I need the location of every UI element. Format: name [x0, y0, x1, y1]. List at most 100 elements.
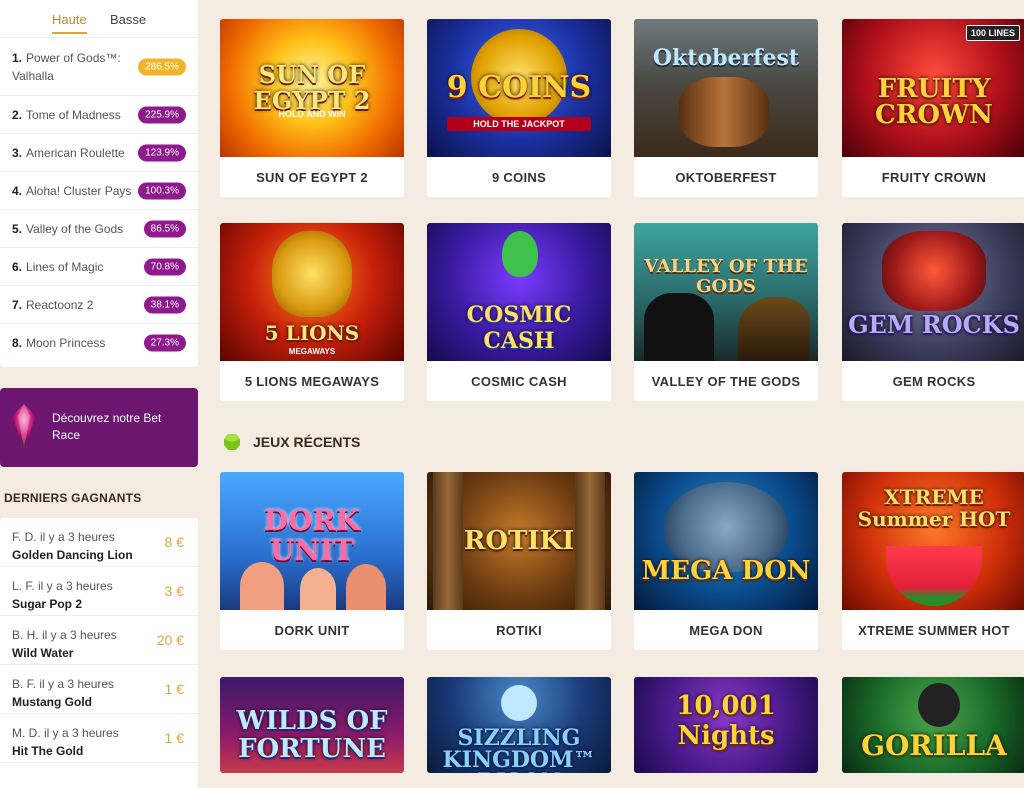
game-title: ROTIKI — [496, 622, 542, 638]
rtp-ranking-panel: Haute Basse 1. Power of Gods™: Valhalla 2… — [0, 0, 198, 367]
tab-haute[interactable]: Haute — [52, 12, 87, 34]
game-logo: 10,001 Nights — [676, 691, 776, 751]
game-logo: MEGA DON — [641, 556, 811, 587]
rtp-row[interactable]: 7. Reactoonz 2 38.1% — [0, 286, 198, 324]
rtp-row[interactable]: 1. Power of Gods™: Valhalla 286.5% — [0, 38, 198, 96]
character-icon — [300, 568, 336, 610]
game-card-5-lions-megaways[interactable]: 5 LIONS MEGAWAYS 5 LIONS MEGAWAYS — [220, 223, 404, 401]
game-card-gorilla[interactable]: GORILLA — [842, 677, 1024, 773]
winner-row[interactable]: M. D. il y a 3 heures Hit The Gold 1 € — [0, 714, 198, 763]
winner-info: F. D. il y a 3 heures — [12, 530, 115, 544]
rtp-row[interactable]: 8. Moon Princess 27.3% — [0, 324, 198, 362]
game-thumbnail: 10,001 Nights — [634, 677, 818, 773]
winner-row[interactable]: B. H. il y a 3 heures Wild Water 20 € — [0, 616, 198, 665]
game-logo-subtitle: MEGAWAYS — [288, 347, 336, 356]
gorilla-icon — [918, 683, 960, 727]
game-card-dork-unit[interactable]: DORK UNIT DORK UNIT — [220, 472, 404, 650]
game-card-mega-don[interactable]: MEGA DON MEGA DON — [634, 472, 818, 650]
rtp-row[interactable]: 6. Lines of Magic 70.8% — [0, 248, 198, 286]
game-title: VALLEY OF THE GODS — [651, 373, 801, 389]
game-logo: DORK UNIT — [263, 504, 361, 567]
rtp-game-name: Lines of Magic — [26, 259, 104, 274]
game-card-oktoberfest[interactable]: Oktoberfest OKTOBERFEST — [634, 19, 818, 197]
rtp-rank: 3. — [12, 145, 23, 160]
rtp-value-badge: 286.5% — [138, 58, 186, 75]
rtp-game-name: Aloha! Cluster Pays — [26, 183, 132, 198]
anubis-icon — [644, 293, 714, 361]
game-logo: Oktoberfest — [652, 45, 800, 71]
game-logo: WILDS OF FORTUNE — [236, 706, 388, 764]
winners-panel: F. D. il y a 3 heures Golden Dancing Lio… — [0, 518, 198, 788]
game-card-sun-of-egypt-2[interactable]: SUN OF EGYPT 2 HOLD AND WIN SUN OF EGYPT… — [220, 19, 404, 197]
rtp-rank: 5. — [12, 221, 23, 236]
winner-info: L. F. il y a 3 heures — [12, 579, 113, 593]
game-card-valley-of-the-gods[interactable]: VALLEY OF THE GODS VALLEY OF THE GODS — [634, 223, 818, 401]
tab-basse[interactable]: Basse — [110, 12, 146, 27]
rtp-tabs: Haute Basse — [0, 0, 198, 38]
rtp-row[interactable]: 5. Valley of the Gods 86.5% — [0, 210, 198, 248]
bet-race-banner[interactable]: Découvrez notre Bet Race — [0, 388, 198, 467]
game-logo: GEM ROCKS — [848, 310, 1020, 340]
game-thumbnail: GEM ROCKS — [842, 223, 1024, 361]
game-logo-subtitle: HOLD THE JACKPOT — [447, 117, 591, 131]
game-title: DORK UNIT — [274, 622, 350, 638]
rtp-rank: 8. — [12, 336, 23, 350]
winner-game: Sugar Pop 2 — [12, 597, 83, 611]
winner-row[interactable]: B. F. il y a 3 heures Mustang Gold 1 € — [0, 665, 198, 714]
rtp-row[interactable]: 2. Tome of Madness 225.9% — [0, 96, 198, 134]
rtp-value-badge: 70.8% — [143, 258, 186, 275]
winner-info: M. D. il y a 3 heures — [12, 726, 119, 740]
game-card-fruity-crown[interactable]: 100 LINES FRUITY CROWN FRUITY CROWN — [842, 19, 1024, 197]
game-logo: 5 LIONS — [264, 321, 360, 345]
game-thumbnail: XTREME Summer HOT — [842, 472, 1024, 610]
game-card-wilds-of-fortune[interactable]: WILDS OF FORTUNE — [220, 677, 404, 773]
game-title: 5 LIONS MEGAWAYS — [244, 373, 380, 389]
character-icon — [346, 564, 386, 610]
bet-race-text: Découvrez notre Bet Race — [52, 411, 162, 442]
rtp-game-name: Valley of the Gods — [26, 221, 124, 236]
winners-title: DERNIERS GAGNANTS — [4, 491, 142, 505]
golem-icon — [882, 231, 986, 311]
game-logo: COSMIC CASH — [466, 301, 572, 354]
game-card-cosmic-cash[interactable]: COSMIC CASH COSMIC CASH — [427, 223, 611, 401]
winner-row[interactable]: F. D. il y a 3 heures Golden Dancing Lio… — [0, 518, 198, 567]
game-thumbnail: SIZZLING KINGDOM™ BISON — [427, 677, 611, 773]
barrel-icon — [679, 77, 769, 147]
green-gem-icon — [224, 434, 240, 450]
section-title-text: JEUX RÉCENTS — [253, 434, 361, 450]
rtp-game-name: American Roulette — [26, 145, 125, 160]
game-card-xtreme-summer-hot[interactable]: XTREME Summer HOT XTREME SUMMER HOT — [842, 472, 1024, 650]
rtp-rank: 2. — [12, 107, 23, 122]
game-card-9-coins[interactable]: 9 COINS HOLD THE JACKPOT 9 COINS — [427, 19, 611, 197]
rtp-game-name: Tome of Madness — [26, 107, 121, 122]
game-card-gem-rocks[interactable]: GEM ROCKS GEM ROCKS — [842, 223, 1024, 401]
game-logo: FRUITY CROWN — [875, 73, 993, 130]
rtp-row[interactable]: 4. Aloha! Cluster Pays 100.3% — [0, 172, 198, 210]
rtp-game-name: Power of Gods™: Valhalla — [12, 50, 121, 83]
falcon-icon — [738, 297, 810, 361]
winner-amount: 1 € — [164, 681, 184, 697]
rtp-game-name: Reactoonz 2 — [26, 297, 94, 312]
game-title: SUN OF EGYPT 2 — [256, 169, 368, 185]
game-thumbnail: 5 LIONS MEGAWAYS — [220, 223, 404, 361]
game-thumbnail: ROTIKI — [427, 472, 611, 610]
game-thumbnail: 9 COINS HOLD THE JACKPOT — [427, 19, 611, 157]
rtp-value-badge: 100.3% — [138, 182, 186, 199]
rtp-value-badge: 38.1% — [143, 296, 186, 313]
winner-amount: 3 € — [164, 583, 184, 599]
rtp-value-badge: 123.9% — [138, 144, 186, 161]
rtp-rank: 6. — [12, 259, 23, 274]
winner-amount: 8 € — [164, 534, 184, 550]
game-card-rotiki[interactable]: ROTIKI ROTIKI — [427, 472, 611, 650]
game-logo-subtitle: HOLD AND WIN — [278, 109, 346, 119]
rtp-game-name: Moon Princess — [26, 336, 106, 350]
game-title: FRUITY CROWN — [881, 169, 987, 185]
game-logo: GORILLA — [861, 729, 1007, 762]
rtp-row[interactable]: 3. American Roulette 123.9% — [0, 134, 198, 172]
winner-amount: 20 € — [156, 632, 184, 648]
game-logo: ROTIKI — [463, 526, 575, 556]
winner-row[interactable]: L. F. il y a 3 heures Sugar Pop 2 3 € — [0, 567, 198, 616]
game-thumbnail: WILDS OF FORTUNE — [220, 677, 404, 773]
game-card-10001-nights[interactable]: 10,001 Nights — [634, 677, 818, 773]
game-card-sizzling-kingdom-bison[interactable]: SIZZLING KINGDOM™ BISON — [427, 677, 611, 773]
